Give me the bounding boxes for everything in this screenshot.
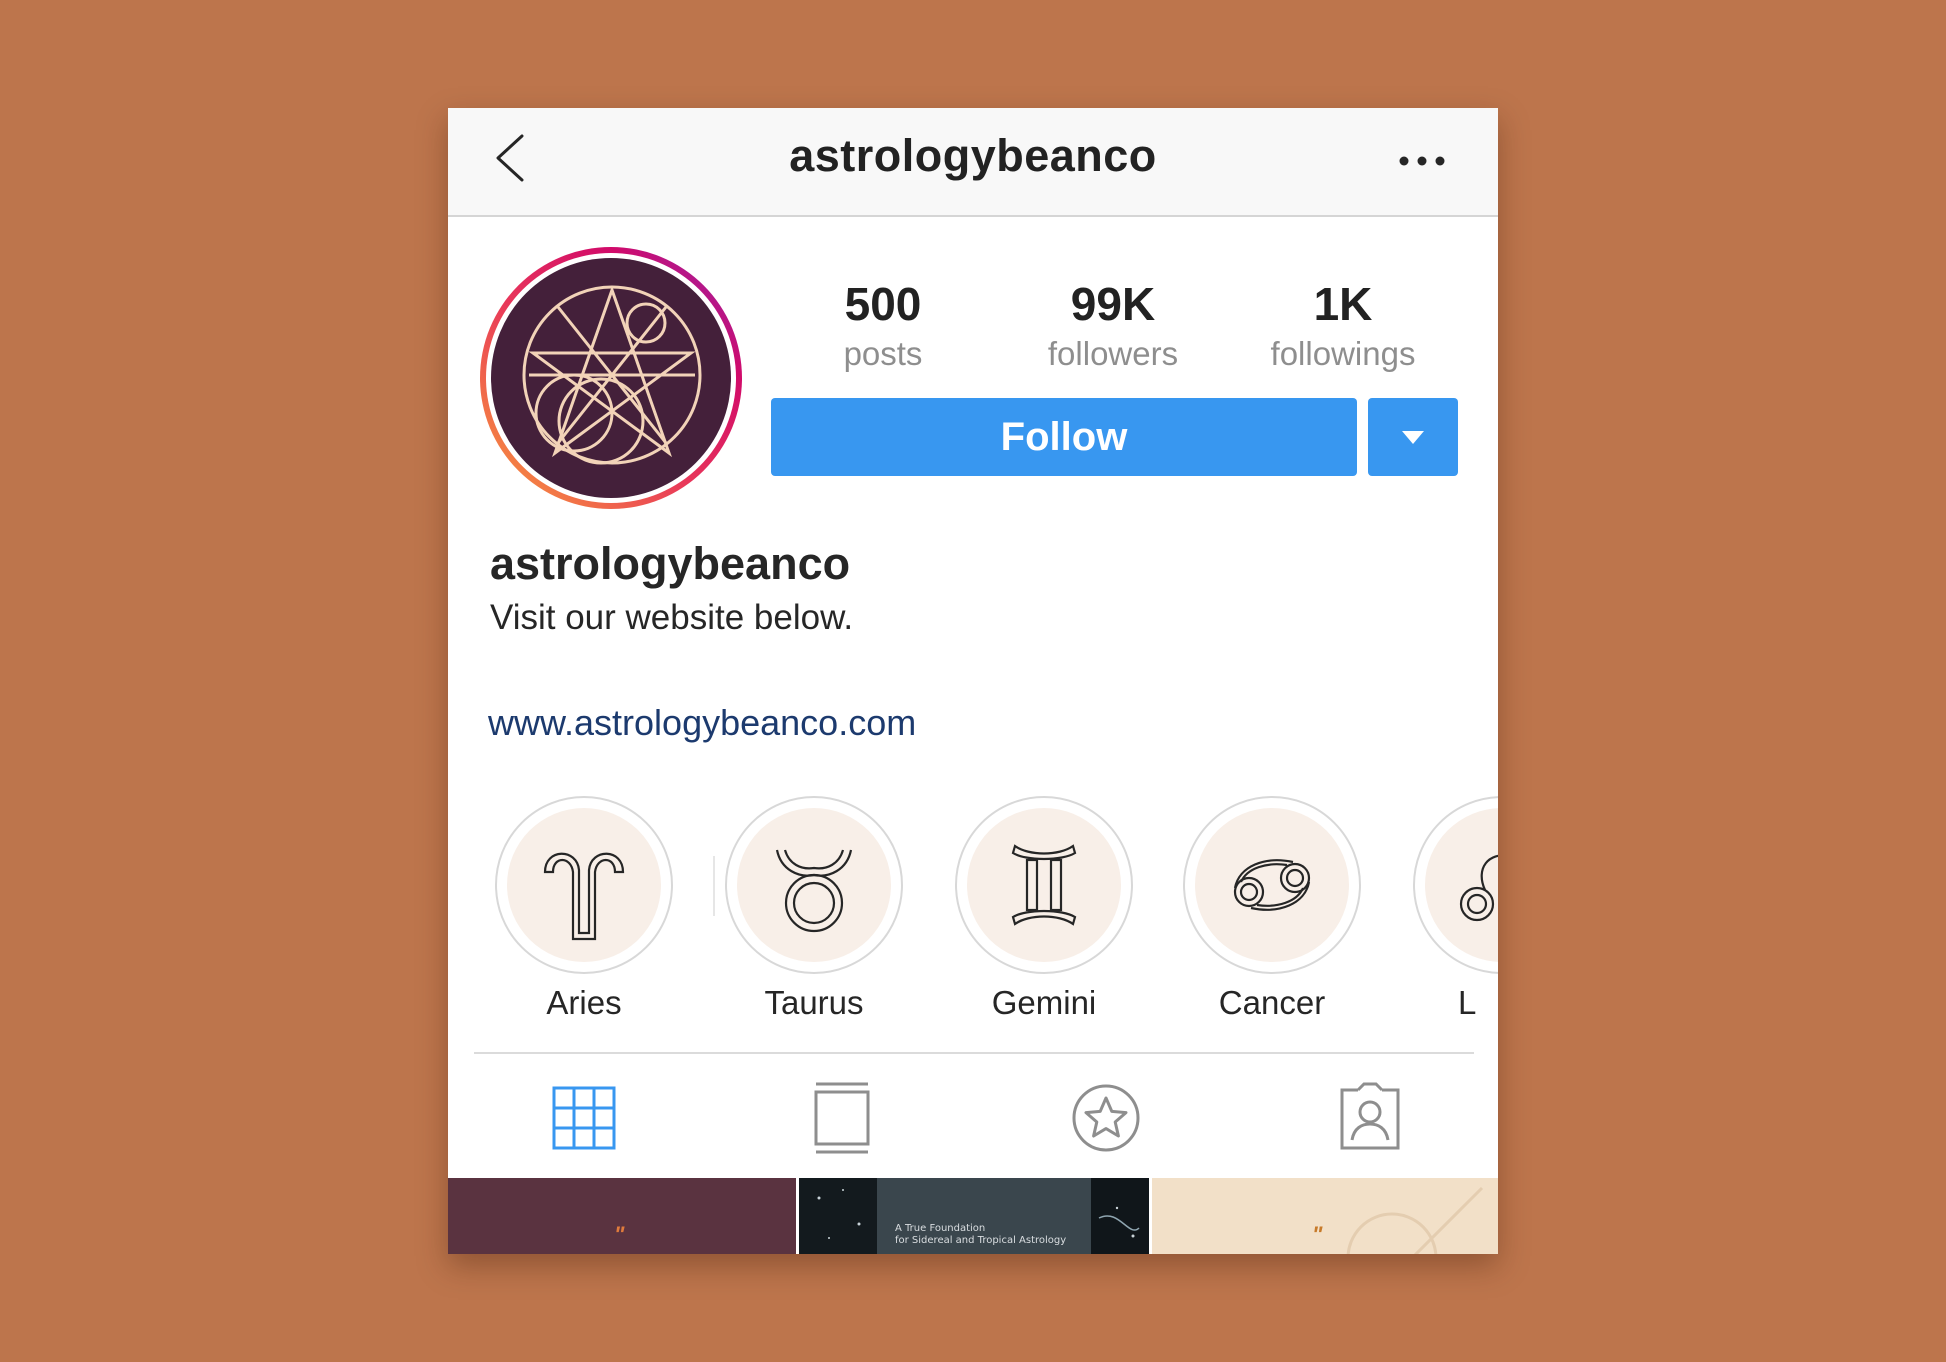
highlight-label: Gemini <box>991 984 1097 1021</box>
followings-count-label: followings <box>1270 335 1416 372</box>
posts-count-value: 500 <box>844 278 922 330</box>
highlight-taurus[interactable]: Taurus <box>722 796 906 1022</box>
highlight-label: Taurus <box>764 984 864 1021</box>
highlight-label: Aries <box>546 984 622 1021</box>
aries-icon <box>543 852 625 941</box>
taurus-icon <box>775 849 853 933</box>
followers-count-label: followers <box>1047 335 1179 372</box>
follow-button[interactable]: Follow <box>771 398 1357 476</box>
post-caption-line-2: for Sidereal and Tropical Astrology <box>895 1235 1067 1246</box>
followings-count-value: 1K <box>1313 278 1373 330</box>
cancer-icon <box>1233 859 1311 911</box>
profile-username: astrologybeanco <box>490 538 851 589</box>
highlight-ring <box>1413 796 1498 974</box>
highlight-ring <box>1183 796 1361 974</box>
post-thumbnail[interactable]: " <box>1152 1178 1498 1254</box>
posts-count-label: posts <box>843 335 923 372</box>
top-navigation-bar: astrologybeanco <box>448 108 1498 217</box>
profile-avatar[interactable] <box>476 243 746 513</box>
instagram-profile-screen: astrologybeanco 500 posts 99K followers … <box>448 108 1498 1254</box>
highlight-ring <box>495 796 673 974</box>
profile-bio: Visit our website below. <box>490 598 854 637</box>
feed-icon[interactable] <box>802 1078 882 1158</box>
dropdown-arrow-icon <box>1402 431 1424 444</box>
profile-title: astrologybeanco <box>789 130 1157 181</box>
highlight-divider <box>713 856 715 916</box>
more-options-icon[interactable] <box>1392 146 1452 176</box>
post-caption: A True Foundation for Sidereal and Tropi… <box>895 1223 1066 1247</box>
highlight-leo[interactable]: L <box>1410 796 1498 1022</box>
highlight-cancer[interactable]: Cancer <box>1180 796 1364 1022</box>
profile-website-link[interactable]: www.astrologybeanco.com <box>488 702 916 744</box>
tabs-divider <box>474 1052 1474 1054</box>
grid-icon[interactable] <box>544 1078 624 1158</box>
post-thumbnail[interactable]: " <box>448 1178 796 1254</box>
highlight-label: L <box>1458 984 1477 1021</box>
highlight-aries[interactable]: Aries <box>492 796 676 1022</box>
highlight-ring <box>955 796 1133 974</box>
post-caption-line-1: A True Foundation <box>895 1223 986 1234</box>
highlight-label: Cancer <box>1218 984 1326 1021</box>
followers-count-value: 99K <box>1070 278 1156 330</box>
highlight-gemini[interactable]: Gemini <box>952 796 1136 1022</box>
followings-count[interactable]: 1K followings <box>1243 278 1443 374</box>
leo-icon <box>1459 854 1498 922</box>
quote-mark: " <box>1312 1222 1323 1247</box>
quote-mark: " <box>614 1222 625 1247</box>
suggestions-dropdown-button[interactable] <box>1368 398 1458 476</box>
highlight-ring <box>725 796 903 974</box>
followers-count[interactable]: 99K followers <box>1013 278 1213 374</box>
star-icon[interactable] <box>1066 1078 1146 1158</box>
zodiac-line-art <box>1346 1186 1484 1254</box>
posts-count[interactable]: 500 posts <box>783 278 983 374</box>
gemini-icon <box>1011 844 1077 926</box>
post-thumbnail[interactable]: A True Foundation for Sidereal and Tropi… <box>799 1178 1149 1254</box>
tagged-icon[interactable] <box>1330 1078 1410 1158</box>
